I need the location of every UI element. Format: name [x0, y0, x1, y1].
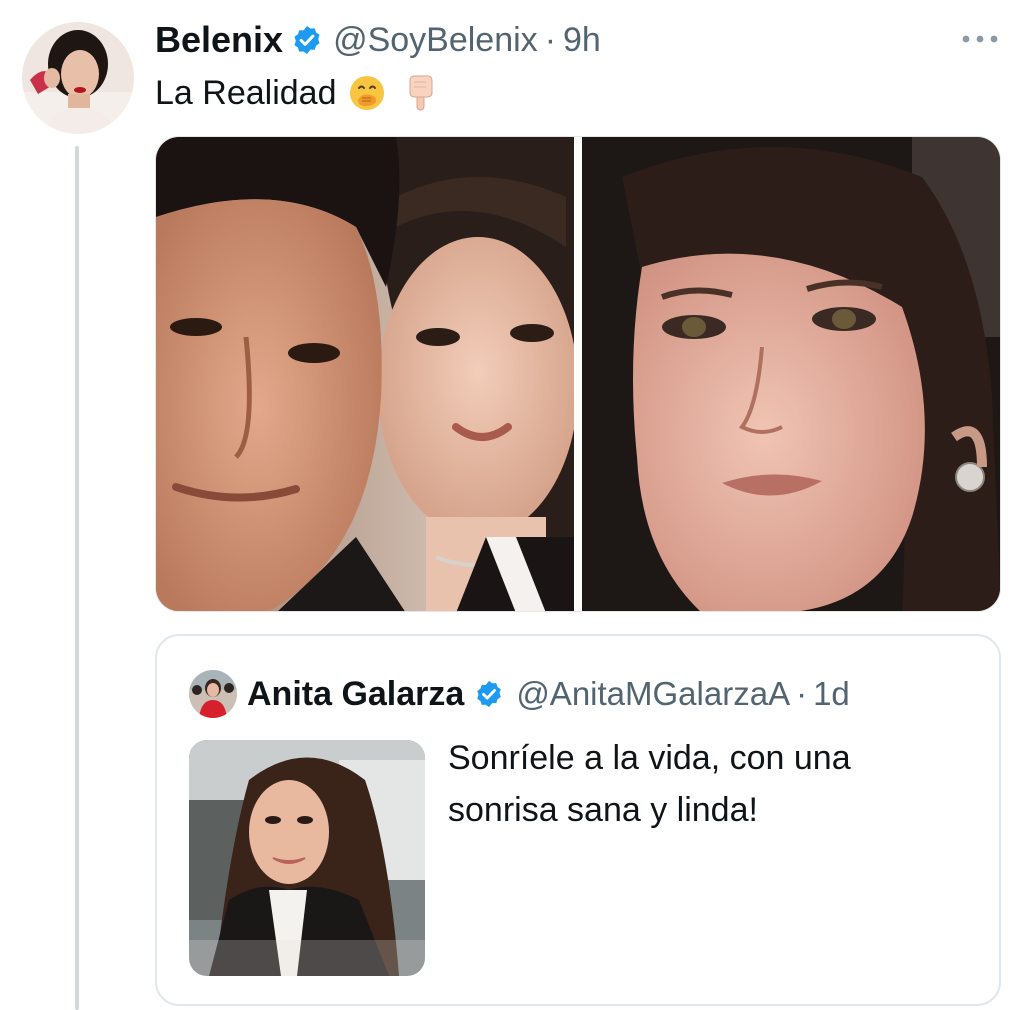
- quoted-separator: ·: [796, 675, 808, 712]
- tweet-text-content: La Realidad: [155, 73, 337, 112]
- tweet-header: Belenix @SoyBelenix · 9h: [155, 16, 601, 64]
- face-with-hand-over-mouth-icon: [348, 74, 386, 112]
- tweet-timestamp[interactable]: 9h: [563, 21, 601, 60]
- verified-badge-icon[interactable]: [291, 24, 323, 56]
- media-divider: [574, 137, 582, 611]
- woman-closeup-image: [582, 137, 1000, 611]
- woman-car-selfie-image: [189, 740, 425, 976]
- media-photo-woman-closeup[interactable]: [582, 137, 1000, 611]
- ellipsis-icon[interactable]: [958, 24, 1002, 54]
- quoted-author-avatar[interactable]: [189, 670, 237, 718]
- quoted-timestamp[interactable]: 1d: [813, 675, 850, 713]
- author-display-name[interactable]: Belenix: [155, 19, 283, 61]
- quoted-tweet[interactable]: Anita Galarza @AnitaMGalarzaA · 1d Sonrí…: [155, 634, 1001, 1006]
- quoted-header: Anita Galarza @AnitaMGalarzaA · 1d: [247, 672, 850, 716]
- quoted-text-line-1: Sonríele a la vida, con una: [448, 739, 851, 777]
- quoted-text-line-2: sonrisa sana y linda!: [448, 791, 758, 829]
- quoted-verified-badge-icon: [474, 679, 504, 709]
- avatar-photo: [22, 22, 134, 134]
- media-photo-couple-selfie[interactable]: [156, 137, 575, 611]
- quoted-author-handle[interactable]: @AnitaMGalarzaA: [516, 675, 790, 713]
- couple-selfie-image: [156, 137, 575, 611]
- tweet-text: La Realidad: [155, 68, 440, 118]
- quoted-media-photo[interactable]: [189, 740, 425, 976]
- header-separator: ·: [544, 20, 557, 59]
- quoted-avatar-photo: [189, 670, 237, 718]
- backhand-index-pointing-down-icon: [402, 74, 440, 112]
- author-avatar[interactable]: [22, 22, 134, 134]
- tweet-media: [155, 136, 1001, 612]
- thread-line: [75, 146, 79, 1010]
- author-handle[interactable]: @SoyBelenix: [333, 21, 538, 60]
- quoted-author-display-name[interactable]: Anita Galarza: [247, 675, 464, 714]
- quoted-tweet-text: Sonríele a la vida, con una sonrisa sana…: [448, 732, 968, 836]
